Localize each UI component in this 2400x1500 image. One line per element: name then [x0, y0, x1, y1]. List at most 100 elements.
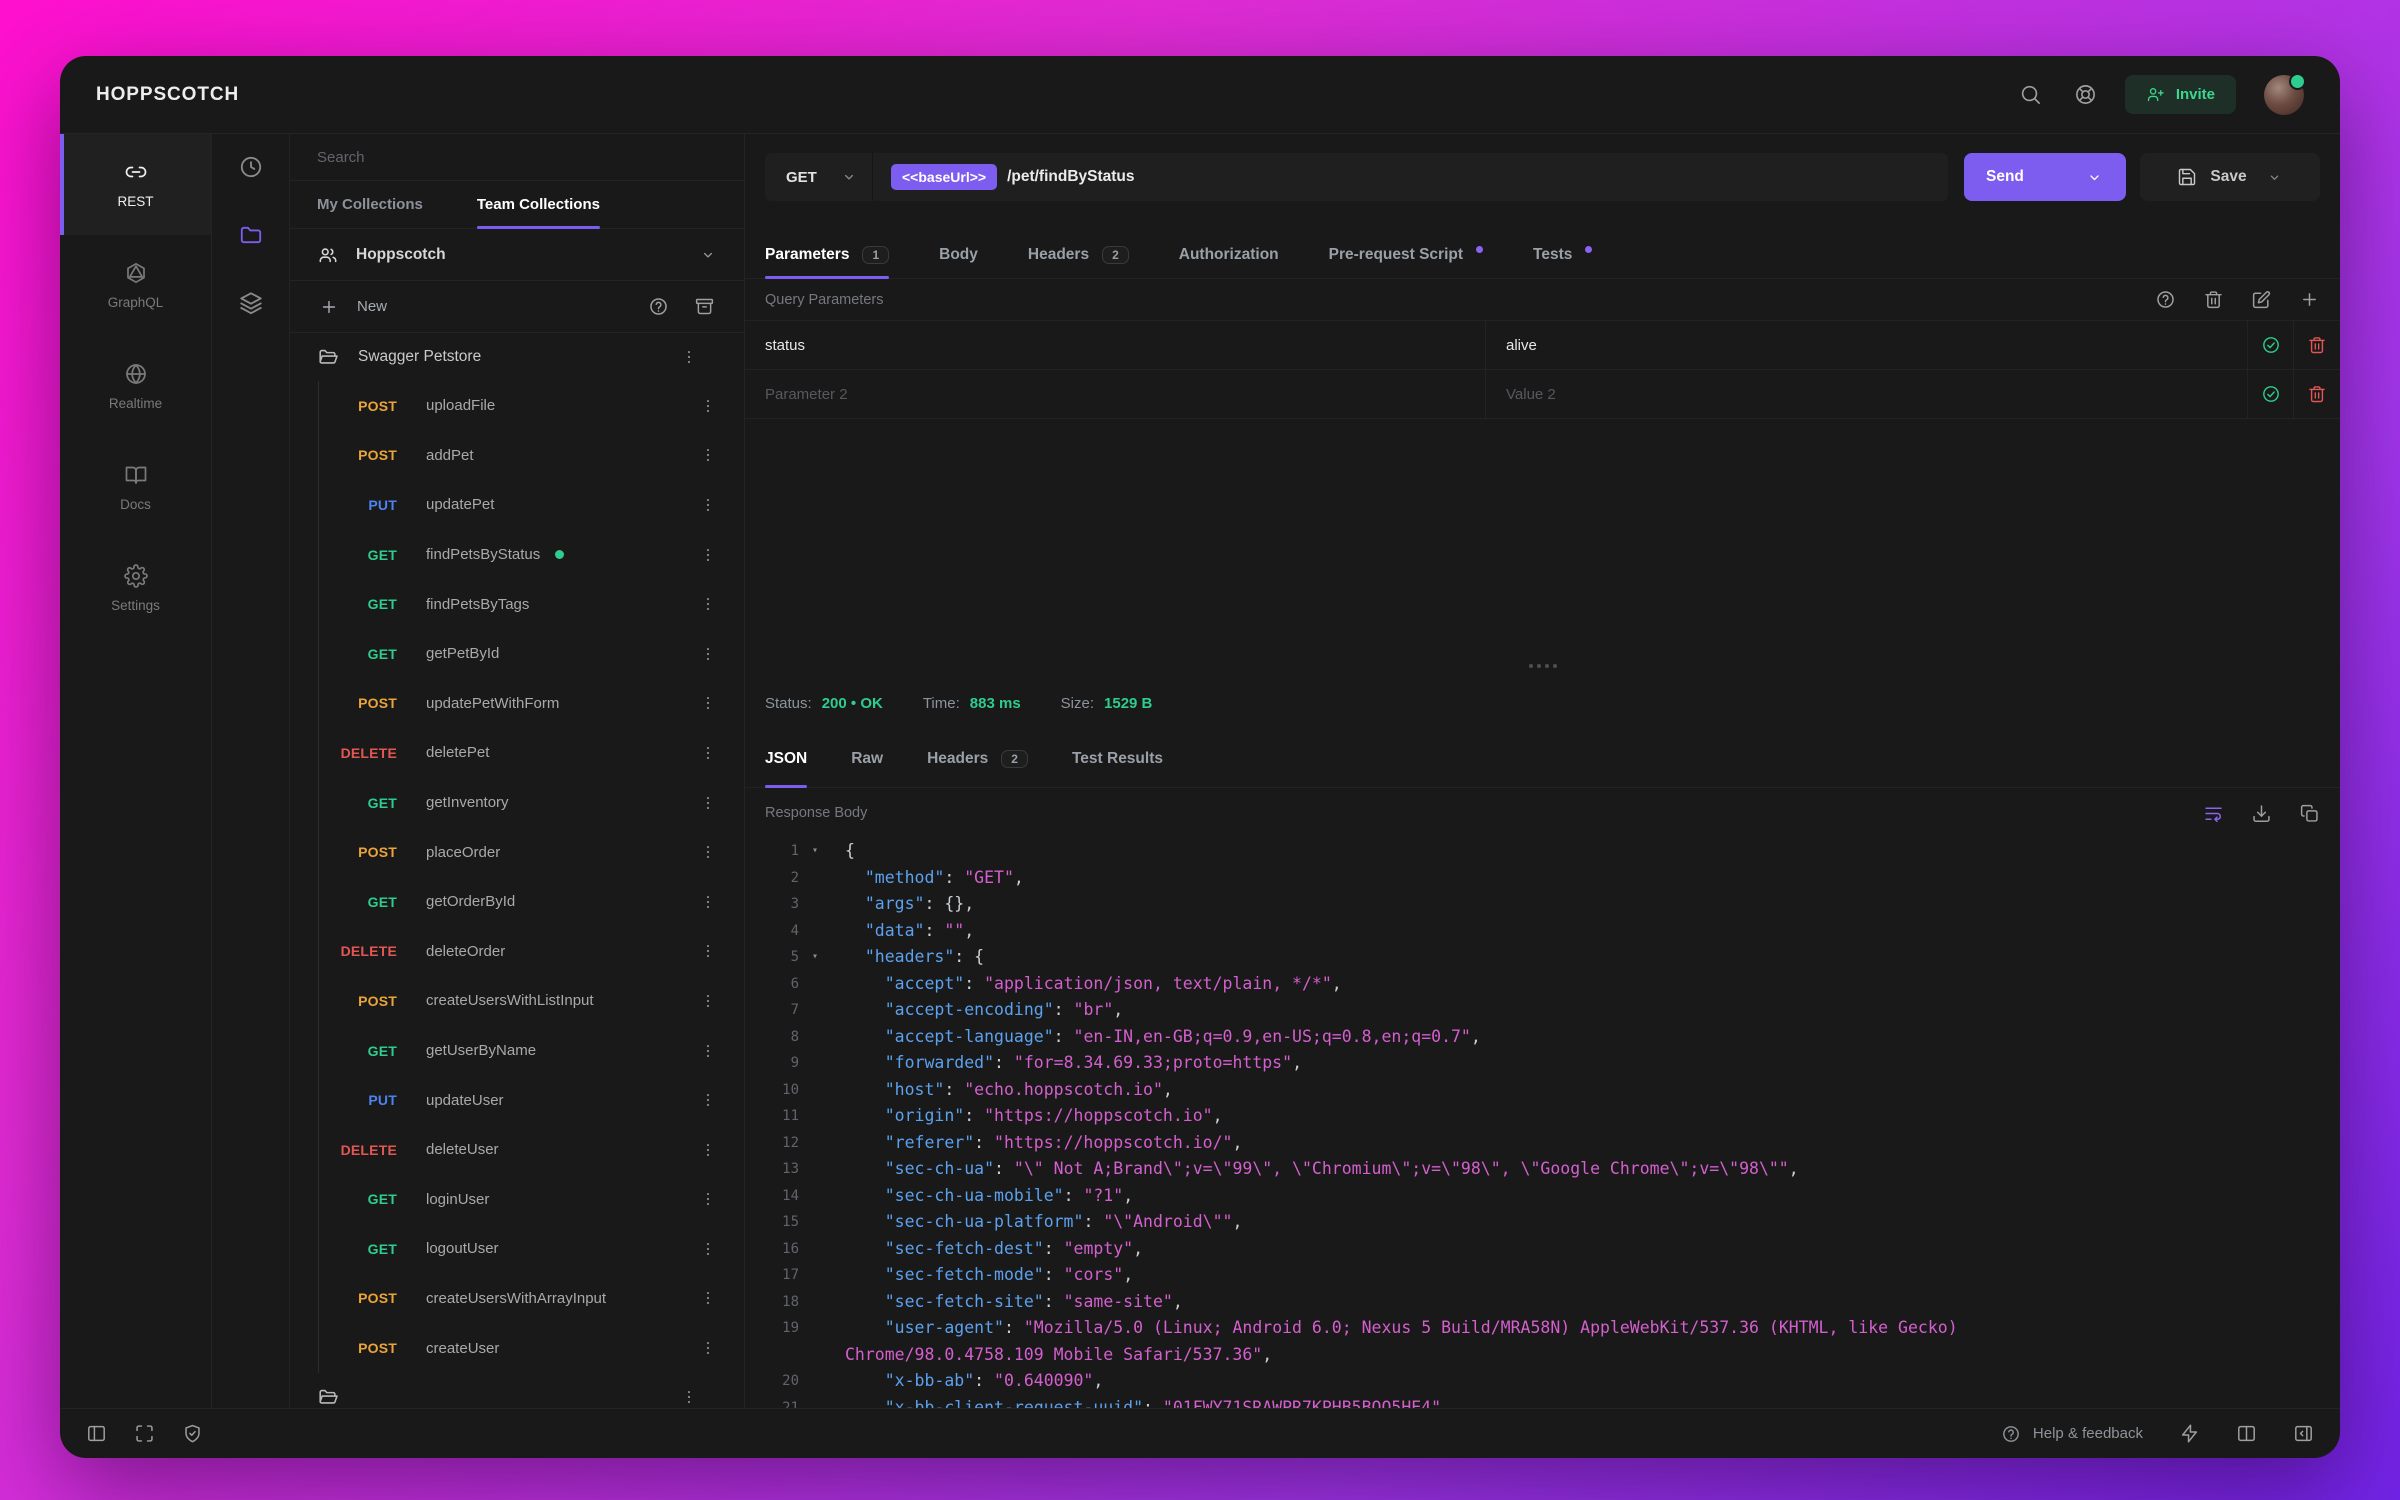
trash-icon[interactable]: [2307, 335, 2327, 355]
kebab-icon[interactable]: [699, 1091, 717, 1109]
request-row-createuserswithlistinput[interactable]: POST createUsersWithListInput: [319, 976, 744, 1026]
request-row-findpetsbystatus[interactable]: GET findPetsByStatus: [319, 530, 744, 580]
save-button[interactable]: Save: [2140, 153, 2320, 201]
lifebuoy-icon[interactable]: [2074, 83, 2097, 106]
zap-icon[interactable]: [2179, 1423, 2200, 1444]
tab-raw[interactable]: Raw: [851, 730, 883, 787]
kebab-icon[interactable]: [699, 992, 717, 1010]
invite-button[interactable]: Invite: [2124, 75, 2236, 114]
request-row-createuser[interactable]: POST createUser: [319, 1323, 744, 1373]
search-input[interactable]: [317, 148, 717, 166]
kebab-icon[interactable]: [699, 1339, 717, 1357]
request-row-logoutuser[interactable]: GET logoutUser: [319, 1224, 744, 1274]
tab-headers[interactable]: Headers 2: [1028, 232, 1129, 278]
request-row-getinventory[interactable]: GET getInventory: [319, 778, 744, 828]
tab-body[interactable]: Body: [939, 232, 978, 278]
request-row-uploadfile[interactable]: POST uploadFile: [319, 381, 744, 431]
wrap-text-icon[interactable]: [2203, 803, 2224, 824]
kebab-icon[interactable]: [699, 794, 717, 812]
panel-left-icon[interactable]: [86, 1423, 107, 1444]
request-row-loginuser[interactable]: GET loginUser: [319, 1175, 744, 1225]
kebab-icon[interactable]: [699, 1190, 717, 1208]
kebab-icon[interactable]: [699, 694, 717, 712]
kebab-icon[interactable]: [699, 1141, 717, 1159]
kebab-icon[interactable]: [699, 942, 717, 960]
param-value-input[interactable]: Value 2: [1486, 370, 2248, 418]
collection-folder-partial[interactable]: [290, 1373, 744, 1408]
check-circle-icon[interactable]: [2261, 384, 2281, 404]
request-row-updatepetwithform[interactable]: POST updatePetWithForm: [319, 679, 744, 729]
kebab-icon[interactable]: [699, 744, 717, 762]
download-icon[interactable]: [2251, 803, 2272, 824]
request-row-placeorder[interactable]: POST placeOrder: [319, 827, 744, 877]
nav-item-docs[interactable]: Docs: [60, 437, 211, 538]
kebab-icon[interactable]: [699, 546, 717, 564]
nav-item-rest[interactable]: REST: [60, 134, 211, 235]
request-row-updateuser[interactable]: PUT updateUser: [319, 1075, 744, 1125]
kebab-icon[interactable]: [699, 1042, 717, 1060]
copy-icon[interactable]: [2299, 803, 2320, 824]
request-row-addpet[interactable]: POST addPet: [319, 431, 744, 481]
request-row-updatepet[interactable]: PUT updatePet: [319, 480, 744, 530]
method-select[interactable]: GET: [765, 153, 873, 201]
kebab-icon[interactable]: [699, 496, 717, 514]
kebab-icon[interactable]: [699, 645, 717, 663]
nav-item-settings[interactable]: Settings: [60, 538, 211, 639]
request-row-deleteuser[interactable]: DELETE deleteUser: [319, 1125, 744, 1175]
kebab-menu-icon[interactable]: [680, 1388, 698, 1406]
panel-right-collapse-icon[interactable]: [2293, 1423, 2314, 1444]
request-row-getuserbyname[interactable]: GET getUserByName: [319, 1026, 744, 1076]
tab-parameters[interactable]: Parameters 1: [765, 232, 890, 279]
kebab-icon[interactable]: [699, 1240, 717, 1258]
pane-resize-handle[interactable]: [1528, 664, 1557, 668]
request-row-deleteorder[interactable]: DELETE deleteOrder: [319, 927, 744, 977]
edit-icon[interactable]: [2251, 289, 2272, 310]
rail-item-history[interactable]: [238, 154, 264, 185]
param-key-input[interactable]: Parameter 2: [745, 370, 1486, 418]
trash-icon[interactable]: [2203, 289, 2224, 310]
help-icon[interactable]: [2155, 289, 2176, 310]
kebab-icon[interactable]: [699, 843, 717, 861]
request-row-getpetbyid[interactable]: GET getPetById: [319, 629, 744, 679]
param-key-input[interactable]: status: [745, 321, 1486, 369]
kebab-icon[interactable]: [699, 397, 717, 415]
help-feedback-button[interactable]: Help & feedback: [2001, 1424, 2143, 1444]
request-row-createuserswitharrayinput[interactable]: POST createUsersWithArrayInput: [319, 1274, 744, 1324]
rail-item-environments[interactable]: [238, 290, 264, 321]
request-row-deletepet[interactable]: DELETE deletePet: [319, 728, 744, 778]
search-icon[interactable]: [2019, 83, 2042, 106]
tab-headers[interactable]: Headers 2: [927, 730, 1028, 787]
url-input[interactable]: <<baseUrl>> /pet/findByStatus: [873, 153, 1948, 201]
chevron-down-icon[interactable]: [2266, 169, 2283, 186]
nav-item-realtime[interactable]: Realtime: [60, 336, 211, 437]
team-selector[interactable]: Hoppscotch: [290, 229, 744, 281]
tab-json[interactable]: JSON: [765, 730, 808, 788]
kebab-icon[interactable]: [699, 1289, 717, 1307]
kebab-icon[interactable]: [699, 595, 717, 613]
tab-team-collections[interactable]: Team Collections: [450, 181, 627, 229]
chevron-down-icon[interactable]: [2085, 168, 2104, 187]
fold-arrow-icon[interactable]: ▾: [799, 944, 845, 971]
trash-icon[interactable]: [2307, 384, 2327, 404]
tab-test-results[interactable]: Test Results: [1072, 730, 1163, 787]
shield-check-icon[interactable]: [182, 1423, 203, 1444]
tab-my-collections[interactable]: My Collections: [290, 181, 450, 228]
expand-icon[interactable]: [134, 1423, 155, 1444]
kebab-icon[interactable]: [699, 446, 717, 464]
new-collection-button[interactable]: New: [319, 297, 387, 317]
tab-pre-request-script[interactable]: Pre-request Script: [1329, 232, 1484, 278]
columns-icon[interactable]: [2236, 1423, 2257, 1444]
kebab-icon[interactable]: [699, 893, 717, 911]
kebab-menu-icon[interactable]: [680, 348, 698, 366]
tab-authorization[interactable]: Authorization: [1179, 232, 1279, 278]
avatar[interactable]: [2264, 72, 2306, 115]
send-button[interactable]: Send: [1964, 153, 2126, 201]
rail-item-collections[interactable]: [238, 222, 264, 253]
fold-arrow-icon[interactable]: ▾: [799, 838, 845, 865]
collection-folder[interactable]: Swagger Petstore: [290, 333, 744, 381]
check-circle-icon[interactable]: [2261, 335, 2281, 355]
request-row-getorderbyid[interactable]: GET getOrderById: [319, 877, 744, 927]
param-value-input[interactable]: alive: [1486, 321, 2248, 369]
archive-icon[interactable]: [694, 296, 715, 317]
help-icon[interactable]: [648, 296, 669, 317]
